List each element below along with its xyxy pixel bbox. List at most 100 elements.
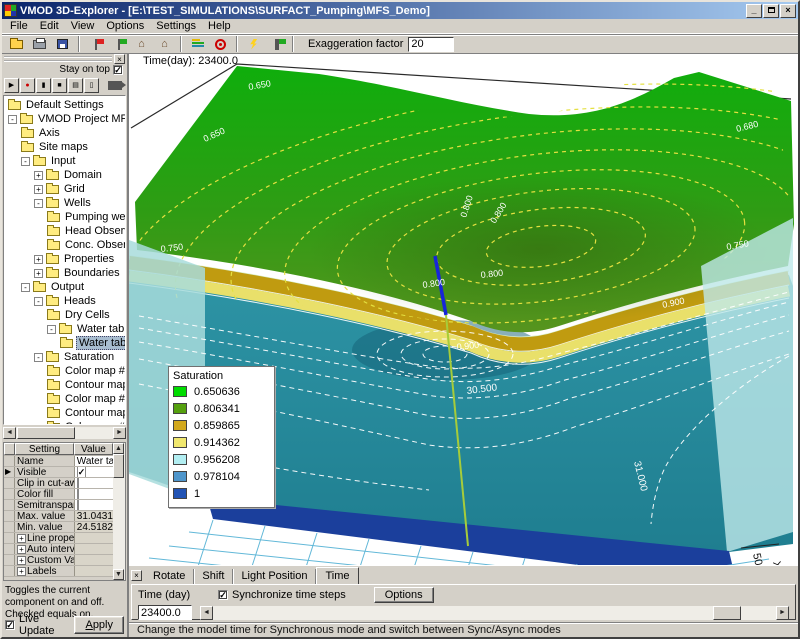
- 3d-viewport[interactable]: Time(day): 23400.0: [129, 54, 798, 565]
- table-row[interactable]: Min. value24.5182: [4, 522, 113, 533]
- tree-item-color-map-1[interactable]: Color map #1: [4, 364, 125, 378]
- flag-red-button[interactable]: [84, 35, 107, 53]
- tab-light-position[interactable]: Light Position: [233, 569, 316, 584]
- time-scrollbar[interactable]: ◄ ►: [200, 606, 789, 620]
- menu-settings[interactable]: Settings: [150, 19, 202, 33]
- play-button[interactable]: ▶: [4, 78, 19, 93]
- synchronize-checkbox[interactable]: ✓: [218, 590, 228, 600]
- close-button[interactable]: ×: [780, 4, 796, 18]
- tree-item-water-table-co[interactable]: Water table co: [4, 336, 125, 350]
- tabpanel-close-button[interactable]: ×: [131, 570, 142, 581]
- tree-item-properties[interactable]: +Properties: [4, 252, 125, 266]
- value-column-header[interactable]: Value: [74, 443, 113, 455]
- menu-help[interactable]: Help: [202, 19, 237, 33]
- tree-item-grid[interactable]: +Grid: [4, 182, 125, 196]
- target-button[interactable]: [209, 35, 232, 53]
- collapse-icon[interactable]: -: [21, 157, 30, 166]
- exaggeration-input[interactable]: [408, 37, 454, 52]
- collapse-icon[interactable]: -: [34, 199, 43, 208]
- tree-item-water-table[interactable]: -Water table: [4, 322, 125, 336]
- table-row[interactable]: Clip in cut-away: [4, 478, 113, 489]
- save-button[interactable]: [51, 35, 74, 53]
- camera-icon[interactable]: [108, 81, 122, 90]
- apply-button[interactable]: Apply: [74, 616, 124, 634]
- value-cell[interactable]: Water table: [75, 456, 113, 466]
- anim-options-button[interactable]: ▤: [68, 78, 83, 93]
- tree-item-head-observations[interactable]: Head Observations: [4, 224, 125, 238]
- tree-item-pumping-wells[interactable]: Pumping wells: [4, 210, 125, 224]
- expand-icon[interactable]: +: [17, 545, 26, 554]
- pause-button[interactable]: ▮: [36, 78, 51, 93]
- expand-icon[interactable]: +: [34, 185, 43, 194]
- home-flag2-button[interactable]: ⌂: [153, 35, 176, 53]
- table-row[interactable]: +Auto intervals: [4, 544, 113, 555]
- stay-on-top-checkbox[interactable]: ✓: [113, 65, 123, 75]
- tree-item-domain[interactable]: +Domain: [4, 168, 125, 182]
- tree-item-wells[interactable]: -Wells: [4, 196, 125, 210]
- menu-view[interactable]: View: [65, 19, 101, 33]
- tree-item-conc-observations[interactable]: Conc. Observations: [4, 238, 125, 252]
- tree-item-site-maps[interactable]: Site maps: [4, 140, 125, 154]
- collapse-icon[interactable]: -: [21, 283, 30, 292]
- table-row[interactable]: NameWater table: [4, 456, 113, 467]
- grid-vscrollbar[interactable]: ▲ ▼: [113, 443, 125, 580]
- time-scroll-left-icon[interactable]: ◄: [200, 606, 213, 620]
- tree-item-dry-cells[interactable]: Dry Cells: [4, 308, 125, 322]
- table-row[interactable]: ▶Visible✓: [4, 467, 113, 478]
- lightning-button[interactable]: [242, 35, 265, 53]
- expand-icon[interactable]: +: [34, 255, 43, 264]
- tab-time[interactable]: Time: [316, 567, 358, 584]
- table-row[interactable]: Color fill: [4, 489, 113, 500]
- table-row[interactable]: Semitransparent: [4, 500, 113, 511]
- menu-options[interactable]: Options: [100, 19, 150, 33]
- grid-vscroll-thumb[interactable]: [113, 454, 124, 478]
- expand-icon[interactable]: +: [34, 171, 43, 180]
- live-update-checkbox[interactable]: ✓: [5, 620, 15, 630]
- tree-item-heads[interactable]: -Heads: [4, 294, 125, 308]
- title-bar[interactable]: VMOD 3D-Explorer - [E:\TEST_SIMULATIONS\…: [2, 2, 798, 19]
- value-cell[interactable]: [75, 478, 113, 488]
- home-flag-button[interactable]: ⌂: [130, 35, 153, 53]
- tree-hscroll-thumb[interactable]: [17, 427, 75, 439]
- table-row[interactable]: +Line properties: [4, 533, 113, 544]
- tree-item-axis[interactable]: Axis: [4, 126, 125, 140]
- flags-button[interactable]: [265, 35, 288, 53]
- step-button[interactable]: ▯: [84, 78, 99, 93]
- expand-icon[interactable]: +: [34, 269, 43, 278]
- tree-item-contour-map-4[interactable]: Contour map #4: [4, 406, 125, 420]
- expand-icon[interactable]: +: [17, 567, 26, 576]
- print-button[interactable]: [28, 35, 51, 53]
- restore-button[interactable]: [763, 4, 779, 18]
- table-row[interactable]: +Labels: [4, 566, 113, 577]
- value-cell[interactable]: [75, 489, 113, 499]
- tree-item-output[interactable]: -Output: [4, 280, 125, 294]
- menu-edit[interactable]: Edit: [34, 19, 65, 33]
- time-input[interactable]: [138, 605, 192, 620]
- checkbox-checked[interactable]: ✓: [77, 467, 87, 477]
- time-scroll-track[interactable]: [213, 606, 776, 620]
- time-scroll-right-icon[interactable]: ►: [776, 606, 789, 620]
- tree-item-contour-map-2[interactable]: Contour map #2: [4, 378, 125, 392]
- scroll-right-icon[interactable]: ►: [113, 427, 126, 439]
- menu-file[interactable]: File: [4, 19, 34, 33]
- checkbox-unchecked[interactable]: [77, 489, 79, 499]
- scroll-left-icon[interactable]: ◄: [3, 427, 16, 439]
- table-row[interactable]: +Custom Values: [4, 555, 113, 566]
- tree-item-saturation[interactable]: -Saturation: [4, 350, 125, 364]
- setting-column-header[interactable]: Setting: [15, 443, 74, 455]
- tree-item-color-map-3[interactable]: Color map #3: [4, 392, 125, 406]
- collapse-icon[interactable]: -: [8, 115, 17, 124]
- panel-grip[interactable]: ×: [2, 54, 127, 63]
- expand-icon[interactable]: +: [17, 556, 26, 565]
- minimize-button[interactable]: _: [746, 4, 762, 18]
- value-cell[interactable]: [75, 500, 113, 510]
- time-scroll-thumb[interactable]: [713, 606, 741, 620]
- tree-hscroll-track[interactable]: [16, 427, 113, 439]
- flag-green-button[interactable]: [107, 35, 130, 53]
- tab-shift[interactable]: Shift: [194, 569, 233, 584]
- checkbox-unchecked[interactable]: [77, 500, 79, 510]
- checkbox-unchecked[interactable]: [77, 478, 79, 488]
- scroll-up-icon[interactable]: ▲: [113, 443, 124, 454]
- record-button[interactable]: ●: [20, 78, 35, 93]
- tree-item-vmod-project-mfs-demo[interactable]: -VMOD Project MFS_Demo: [4, 112, 125, 126]
